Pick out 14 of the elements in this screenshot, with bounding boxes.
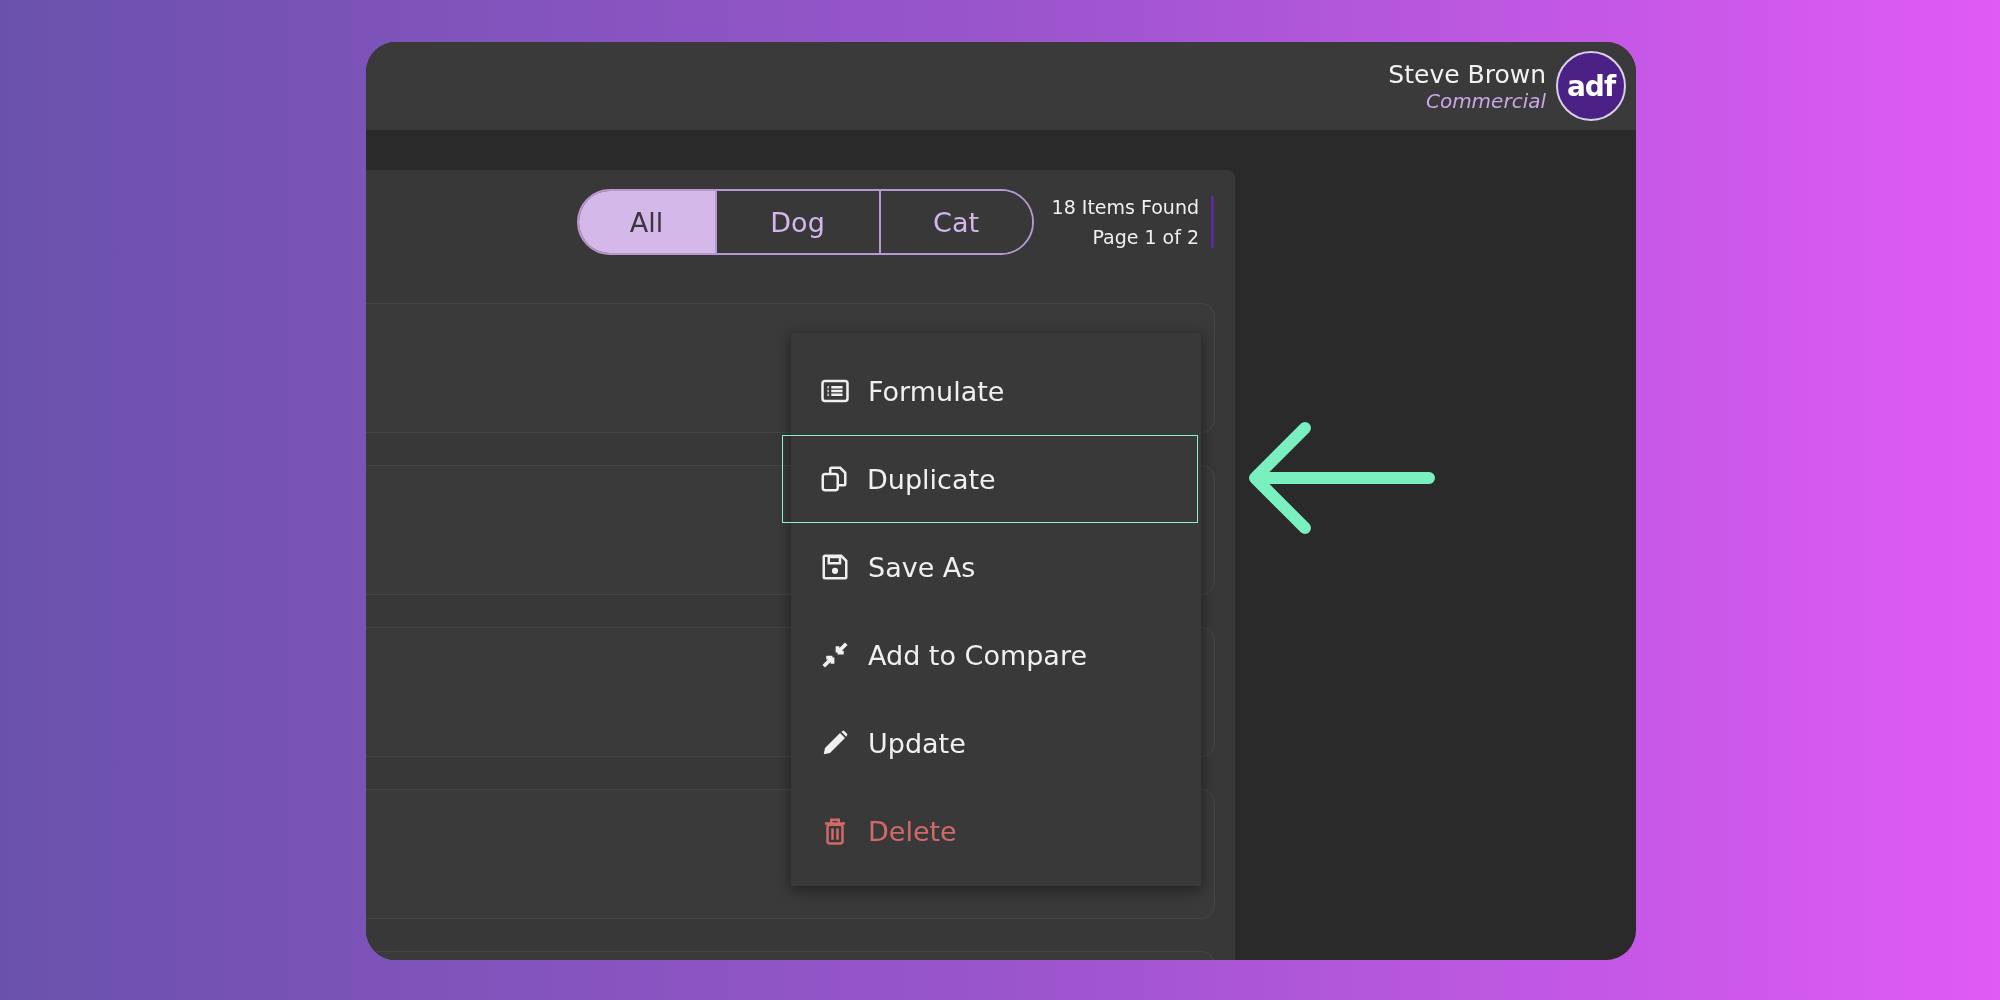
- avatar-logo[interactable]: adf: [1556, 51, 1626, 121]
- copy-icon: [819, 464, 849, 494]
- menu-item[interactable]: Formulate: [791, 347, 1201, 435]
- items-found-count: 18 Items Found: [1051, 196, 1199, 218]
- arrows-inward-icon: [820, 640, 850, 670]
- menu-item[interactable]: Add to Compare: [791, 611, 1201, 699]
- user-name: Steve Brown: [1388, 59, 1546, 89]
- user-role: Commercial: [1425, 88, 1546, 113]
- menu-item[interactable]: Duplicate: [782, 435, 1198, 523]
- menu-item[interactable]: Save As: [791, 523, 1201, 611]
- menu-item[interactable]: Update: [791, 699, 1201, 787]
- page-indicator: Page 1 of 2: [1092, 226, 1199, 248]
- filter-tab[interactable]: Cat: [878, 191, 1032, 253]
- filter-tab[interactable]: All: [578, 191, 715, 253]
